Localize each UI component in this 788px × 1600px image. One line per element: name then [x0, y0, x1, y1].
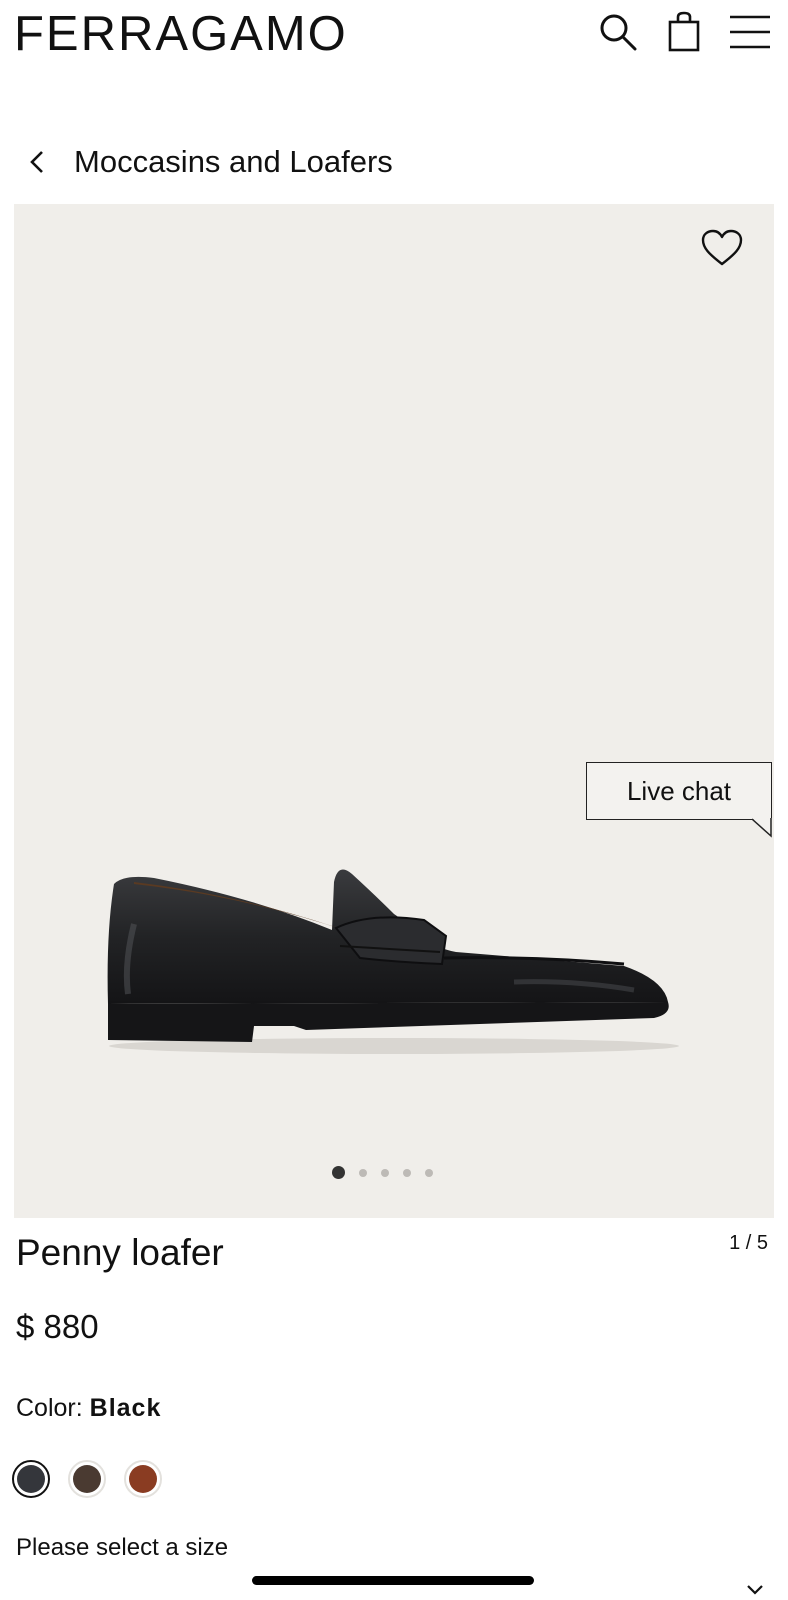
chevron-down-icon[interactable]: [746, 1584, 764, 1596]
shopping-bag-icon: [668, 11, 700, 52]
size-selector[interactable]: Please select a size: [16, 1534, 228, 1562]
breadcrumb-label[interactable]: Moccasins and Loafers: [74, 144, 393, 180]
cart-button[interactable]: [662, 10, 706, 54]
heart-outline-icon: [701, 229, 743, 266]
color-value: Black: [89, 1394, 162, 1422]
swatch-fill: [129, 1465, 157, 1493]
wishlist-button[interactable]: [698, 224, 746, 272]
home-indicator: [252, 1576, 534, 1585]
chevron-left-icon: [30, 151, 43, 173]
live-chat-button[interactable]: Live chat: [586, 762, 772, 820]
swatch-fill: [73, 1465, 101, 1493]
menu-button[interactable]: [728, 10, 772, 54]
brand-logo[interactable]: FERRAGAMO: [14, 6, 348, 62]
swatch-cognac[interactable]: [124, 1460, 162, 1498]
color-label: Color:: [16, 1394, 83, 1422]
speech-tail-icon: [752, 818, 772, 838]
breadcrumb[interactable]: Moccasins and Loafers: [22, 140, 393, 184]
gallery-pagination[interactable]: [332, 1166, 433, 1179]
back-button[interactable]: [22, 147, 52, 177]
product-price: $ 880: [16, 1308, 99, 1345]
swatch-black[interactable]: [12, 1460, 50, 1498]
gallery-dot[interactable]: [359, 1168, 367, 1177]
color-selection-label: Color: Black: [16, 1394, 161, 1423]
search-button[interactable]: [596, 10, 640, 54]
product-image: [107, 869, 679, 1054]
top-header: FERRAGAMO: [0, 0, 788, 70]
gallery-counter: 1 / 5: [729, 1232, 768, 1254]
product-image-gallery[interactable]: [14, 204, 774, 1218]
gallery-dot[interactable]: [425, 1168, 433, 1177]
swatch-brown[interactable]: [68, 1460, 106, 1498]
menu-icon: [730, 15, 770, 49]
search-icon: [600, 14, 637, 51]
gallery-dot[interactable]: [381, 1168, 389, 1177]
gallery-dot[interactable]: [332, 1166, 345, 1179]
swatch-fill: [17, 1465, 45, 1493]
product-title: Penny loafer: [16, 1232, 224, 1273]
gallery-dot[interactable]: [403, 1168, 411, 1177]
color-swatches: [12, 1460, 162, 1498]
